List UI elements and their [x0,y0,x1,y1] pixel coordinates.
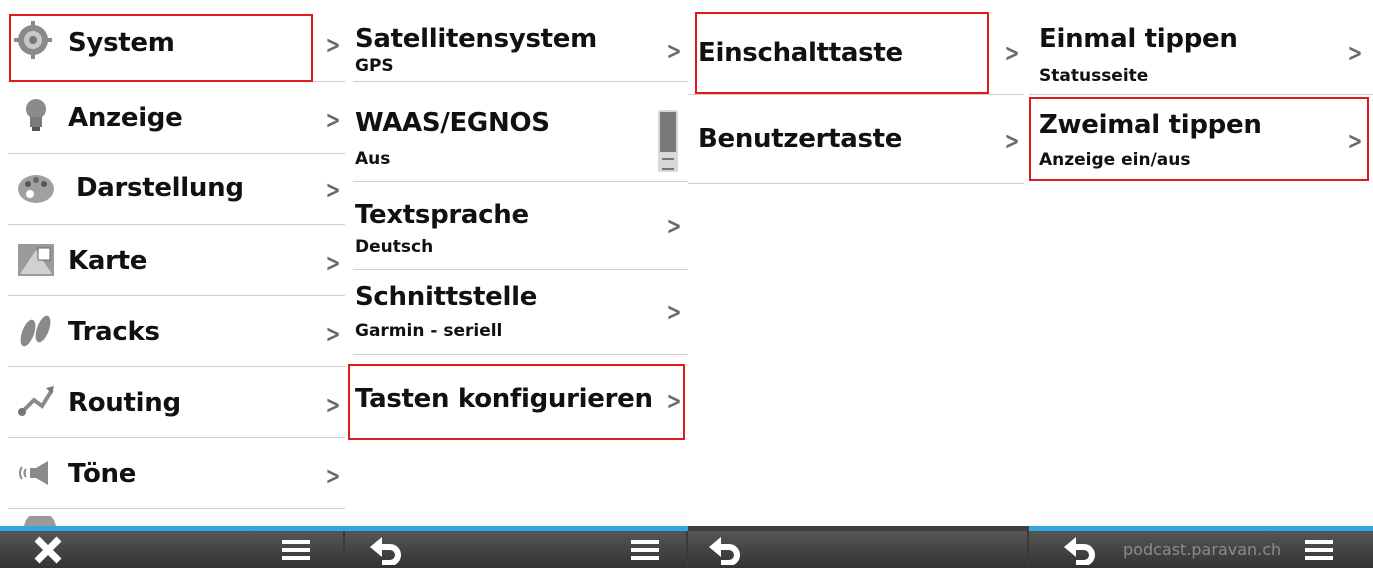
map-icon [18,244,54,276]
list-item-benutzertaste[interactable]: Benutzertaste > [688,94,1024,184]
menu-button[interactable] [278,531,314,568]
list-item-textsprache[interactable]: Textsprache Deutsch > [353,181,688,270]
bottom-toolbar [345,531,688,568]
key-config-panel: Einschalttaste > Benutzertaste > [688,0,1029,568]
list-item-satellitensystem[interactable]: Satellitensystem GPS > [353,0,688,82]
item-label: Satellitensystem [355,24,597,54]
scrollbar-thumb[interactable] [660,112,676,152]
panel-divider [343,531,345,568]
list-item-einmal-tippen[interactable]: Einmal tippen Statusseite > [1029,0,1373,95]
einschalttaste-panel: Einmal tippen Statusseite > Zweimal tipp… [1029,0,1373,568]
menu-item-system[interactable]: System > [8,0,345,82]
list-item-zweimal-tippen[interactable]: Zweimal tippen Anzeige ein/aus > [1029,94,1373,183]
menu-item-label: Karte [68,246,148,276]
scrollbar[interactable] [658,110,678,172]
scroll-grip-icon [662,158,674,170]
chevron-right-icon: > [325,31,341,59]
menu-item-toene[interactable]: Töne > [8,437,345,509]
menu-item-anzeige[interactable]: Anzeige > [8,81,345,154]
item-value: GPS [355,56,394,76]
chevron-right-icon: > [1004,39,1020,67]
menu-icon [631,539,659,560]
close-button[interactable] [28,531,68,568]
chevron-right-icon: > [1347,127,1363,155]
route-icon [18,386,54,416]
speaker-icon [19,461,48,485]
menu-button[interactable] [1301,531,1337,568]
footprints-icon [20,315,51,347]
bottom-toolbar: podcast.paravan.ch [1029,531,1373,568]
chevron-right-icon: > [325,391,341,419]
menu-item-label: System [68,28,175,58]
menu-item-label: Tracks [68,317,160,347]
bottom-toolbar [0,531,345,568]
menu-item-label: Töne [68,459,137,489]
chevron-right-icon: > [666,298,682,326]
close-icon [34,536,62,563]
item-label: Einschalttaste [698,38,903,68]
chevron-right-icon: > [1004,127,1020,155]
item-label: Einmal tippen [1039,24,1238,54]
back-button[interactable] [367,531,407,568]
item-label: Textsprache [355,200,529,230]
chevron-right-icon: > [1347,39,1363,67]
chevron-right-icon: > [666,387,682,415]
menu-item-tracks[interactable]: Tracks > [8,295,345,367]
chevron-right-icon: > [666,37,682,65]
palette-icon [18,175,54,203]
list-item-einschalttaste[interactable]: Einschalttaste > [688,0,1024,95]
menu-icon [282,539,310,560]
list-item-tasten-konfigurieren[interactable]: Tasten konfigurieren > [353,354,688,439]
menu-item-darstellung[interactable]: Darstellung > [8,153,345,225]
menu-icon [1305,539,1333,560]
item-label: Schnittstelle [355,282,538,312]
item-label: Benutzertaste [698,124,903,154]
menu-button[interactable] [627,531,663,568]
list-item-schnittstelle[interactable]: Schnittstelle Garmin - seriell > [353,268,688,355]
watermark: podcast.paravan.ch [1123,540,1282,559]
item-label: Zweimal tippen [1039,110,1262,140]
back-button[interactable] [706,531,746,568]
chevron-right-icon: > [666,212,682,240]
menu-item-routing[interactable]: Routing > [8,366,345,438]
item-value: Aus [355,149,391,169]
system-settings-panel: Satellitensystem GPS > WAAS/EGNOS Aus Te… [345,0,688,568]
bottom-toolbar [688,531,1029,568]
menu-item-label: Anzeige [68,103,183,133]
list-item-waas-egnos[interactable]: WAAS/EGNOS Aus [353,81,688,181]
panel-divider [1027,531,1029,568]
item-value: Statusseite [1039,66,1149,86]
gear-icon [14,21,52,59]
item-value: Anzeige ein/aus [1039,150,1191,170]
back-icon [370,536,401,565]
menu-item-karte[interactable]: Karte > [8,224,345,296]
lightbulb-icon [26,99,46,131]
menu-item-label: Darstellung [76,173,244,203]
panel-divider [686,531,688,568]
item-value: Garmin - seriell [355,321,503,341]
item-label: Tasten konfigurieren [355,384,653,414]
menu-item-label: Routing [68,388,181,418]
settings-main-panel: System > Anzeige > Darstellung > Karte > [0,0,345,568]
chevron-right-icon: > [325,106,341,134]
back-icon [709,536,740,565]
chevron-right-icon: > [325,176,341,204]
item-label: WAAS/EGNOS [355,108,550,138]
back-button[interactable] [1061,531,1101,568]
item-value: Deutsch [355,237,434,257]
back-icon [1064,536,1095,565]
chevron-right-icon: > [325,320,341,348]
chevron-right-icon: > [325,249,341,277]
chevron-right-icon: > [325,462,341,490]
